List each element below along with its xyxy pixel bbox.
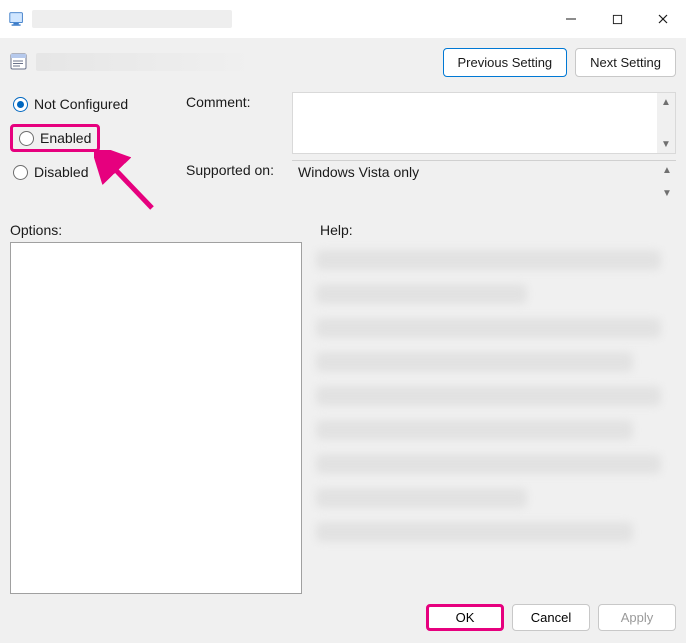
radio-dot-icon [13, 165, 28, 180]
comment-scrollbar[interactable]: ▲ ▼ [657, 93, 675, 153]
radio-label: Disabled [34, 164, 88, 180]
help-text-line [316, 352, 633, 372]
help-text-line [316, 284, 527, 304]
scroll-up-icon: ▲ [657, 93, 675, 111]
help-text-line [316, 420, 633, 440]
window-title [32, 10, 232, 28]
next-setting-button[interactable]: Next Setting [575, 48, 676, 77]
radio-label: Not Configured [34, 96, 128, 112]
supported-text: Windows Vista only [292, 161, 658, 202]
close-button[interactable] [640, 0, 686, 38]
supported-label: Supported on: [186, 160, 286, 178]
ok-button[interactable]: OK [426, 604, 504, 631]
supported-field: Windows Vista only ▲ ▼ [292, 160, 676, 202]
titlebar [0, 0, 686, 38]
radio-disabled[interactable]: Disabled [10, 162, 180, 182]
setting-name [36, 53, 256, 71]
scroll-down-icon: ▼ [657, 135, 675, 153]
help-text-line [316, 488, 527, 508]
comment-label: Comment: [186, 92, 286, 110]
apply-button[interactable]: Apply [598, 604, 676, 631]
help-text-line [316, 250, 661, 270]
options-panel [10, 242, 302, 594]
help-text-line [316, 386, 661, 406]
maximize-button[interactable] [594, 0, 640, 38]
help-text-line [316, 318, 661, 338]
dialog-button-row: OK Cancel Apply [10, 594, 676, 633]
radio-enabled[interactable]: Enabled [10, 124, 100, 152]
radio-label: Enabled [40, 130, 91, 146]
comment-text [293, 93, 657, 153]
radio-dot-icon [13, 97, 28, 112]
radio-not-configured[interactable]: Not Configured [10, 94, 180, 114]
options-label: Options: [10, 222, 310, 238]
scroll-up-icon: ▲ [658, 161, 676, 179]
comment-field[interactable]: ▲ ▼ [292, 92, 676, 154]
help-panel [312, 242, 676, 594]
help-text-line [316, 522, 633, 542]
policy-app-icon [8, 10, 26, 28]
header-row: Previous Setting Next Setting [10, 44, 676, 80]
cancel-button[interactable]: Cancel [512, 604, 590, 631]
minimize-button[interactable] [548, 0, 594, 38]
radio-dot-icon [19, 131, 34, 146]
help-text-line [316, 454, 661, 474]
previous-setting-button[interactable]: Previous Setting [443, 48, 568, 77]
supported-scrollbar[interactable]: ▲ ▼ [658, 161, 676, 202]
help-label: Help: [310, 222, 353, 238]
scroll-down-icon: ▼ [658, 184, 676, 202]
policy-setting-icon [10, 52, 30, 72]
